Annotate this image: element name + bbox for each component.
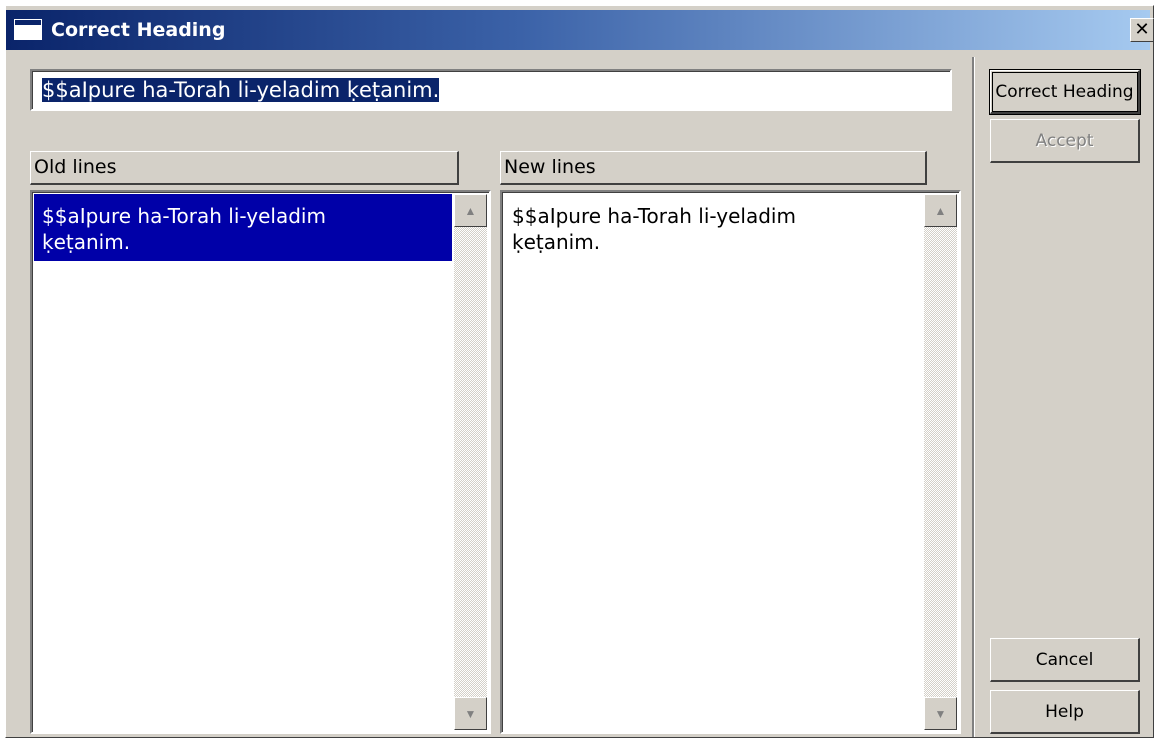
list-item[interactable]: $$aIpure ha-Torah li-yeladim ḳeṭanim. [504, 194, 922, 261]
arrow-up-icon: ▲ [464, 203, 477, 218]
close-button[interactable]: ✕ [1130, 18, 1154, 42]
panel-divider [972, 57, 975, 737]
arrow-down-icon: ▼ [934, 706, 947, 721]
old-lines-header: Old lines [30, 151, 459, 185]
arrow-up-icon: ▲ [934, 203, 947, 218]
new-lines-list[interactable]: $$aIpure ha-Torah li-yeladim ḳeṭanim. ▲ … [500, 190, 961, 734]
correct-heading-button[interactable]: Correct Heading [990, 70, 1140, 114]
new-lines-header: New lines [500, 151, 927, 185]
cancel-button[interactable]: Cancel [990, 638, 1140, 682]
old-lines-list[interactable]: $$aIpure ha-Torah li-yeladim ḳeṭanim. ▲ … [30, 190, 491, 734]
help-button[interactable]: Help [990, 690, 1140, 734]
arrow-down-icon: ▼ [464, 706, 477, 721]
close-icon: ✕ [1134, 19, 1150, 40]
new-lines-scrollbar[interactable]: ▲ ▼ [924, 194, 957, 730]
scroll-down-button[interactable]: ▼ [924, 697, 957, 730]
old-lines-scrollbar[interactable]: ▲ ▼ [454, 194, 487, 730]
heading-input-value: $$aIpure ha-Torah li-yeladim ḳeṭanim. [42, 78, 440, 102]
scroll-up-button[interactable]: ▲ [454, 194, 487, 227]
list-item[interactable]: $$aIpure ha-Torah li-yeladim ḳeṭanim. [34, 194, 452, 261]
scroll-up-button[interactable]: ▲ [924, 194, 957, 227]
accept-button[interactable]: Accept [990, 119, 1140, 163]
heading-input[interactable]: $$aIpure ha-Torah li-yeladim ḳeṭanim. [30, 69, 952, 111]
window-icon [14, 19, 42, 40]
window-title: Correct Heading [51, 19, 226, 41]
title-bar[interactable]: Correct Heading ✕ [6, 10, 1154, 50]
scroll-down-button[interactable]: ▼ [454, 697, 487, 730]
